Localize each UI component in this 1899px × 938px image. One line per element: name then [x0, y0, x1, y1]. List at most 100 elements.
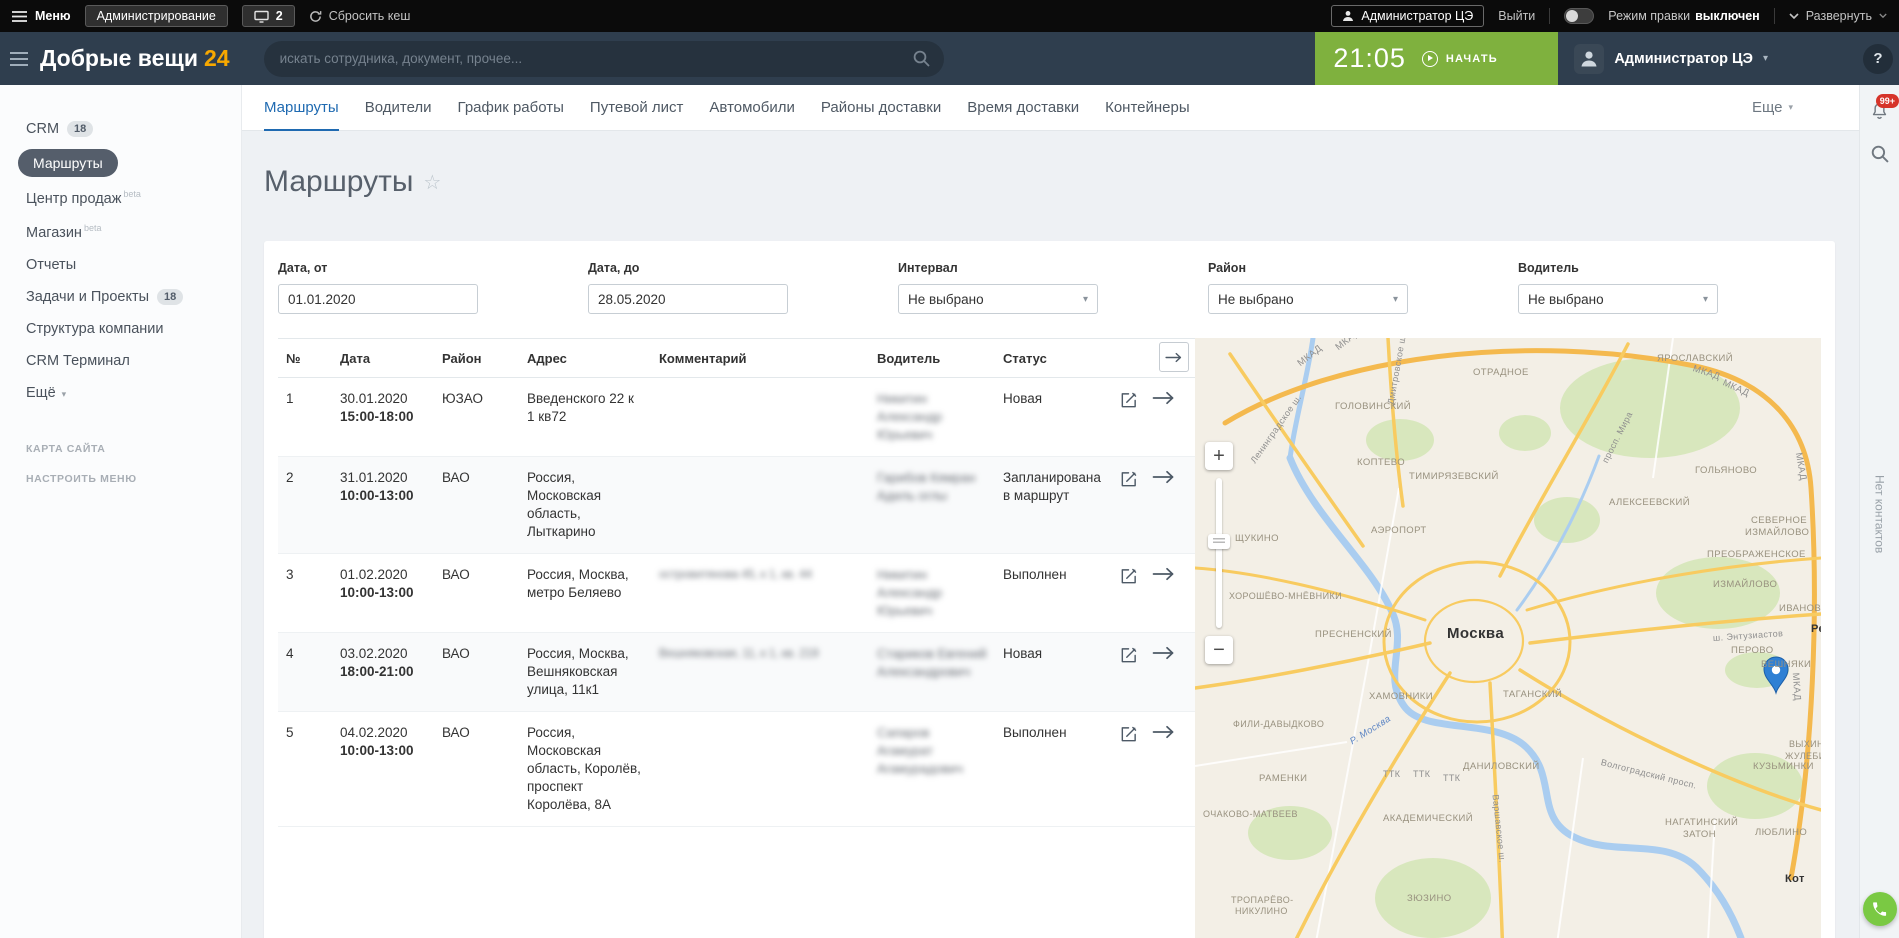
- admin-bar: Меню Администрирование 2 Сбросить кеш Ад…: [0, 0, 1899, 32]
- sidebar-item-8[interactable]: CRM Терминал: [0, 345, 241, 377]
- sidebar-item-9[interactable]: Ещё▾: [0, 377, 241, 409]
- sidebar-item-7[interactable]: Структура компании: [0, 313, 241, 345]
- edit-icon[interactable]: [1119, 470, 1138, 489]
- table-row[interactable]: 5 04.02.202010:00-13:00 ВАО Россия, Моск…: [278, 712, 1195, 827]
- row-district: ВАО: [434, 457, 519, 553]
- tab-6[interactable]: Районы доставки: [821, 85, 941, 130]
- open-route-icon[interactable]: [1152, 646, 1176, 660]
- toggle-knob: [1566, 10, 1578, 22]
- col-header-status: Статус: [995, 339, 1111, 377]
- no-contacts-label: Нет контактов: [1873, 475, 1887, 553]
- open-route-icon[interactable]: [1152, 567, 1176, 581]
- chevron-down-icon: [1879, 13, 1887, 19]
- header-user-menu[interactable]: Администратор ЦЭ ▾: [1574, 44, 1768, 74]
- logout-button[interactable]: Выйти: [1498, 9, 1535, 23]
- filter-label: Водитель: [1518, 261, 1718, 275]
- expand-label: Развернуть: [1806, 9, 1872, 23]
- filter-label: Интервал: [898, 261, 1098, 275]
- tab-7[interactable]: Время доставки: [967, 85, 1079, 130]
- row-comment: [651, 457, 869, 553]
- tab-2[interactable]: Водители: [365, 85, 432, 130]
- edit-icon[interactable]: [1119, 646, 1138, 665]
- table-row[interactable]: 4 03.02.202018:00-21:00 ВАО Россия, Моск…: [278, 633, 1195, 712]
- divider: [1774, 8, 1775, 24]
- favorite-star-icon[interactable]: ☆: [423, 170, 441, 195]
- tabs-more-button[interactable]: Еще ▾: [1752, 99, 1793, 116]
- row-status: Выполнен: [995, 712, 1111, 826]
- grip-icon: [1213, 538, 1225, 545]
- tab-8[interactable]: Контейнеры: [1105, 85, 1190, 130]
- district-select[interactable]: Не выбрано▾: [1208, 284, 1408, 314]
- date-from-input[interactable]: [278, 284, 478, 314]
- sidebar-item-4[interactable]: Магазинbeta: [0, 215, 241, 249]
- row-driver: Стариков Евгений Александрович: [869, 633, 995, 711]
- routes-card: Дата, от Дата, до Интервал Не выбрано▾ Р…: [264, 241, 1835, 938]
- phone-button[interactable]: [1863, 892, 1897, 926]
- zoom-slider-handle[interactable]: [1208, 534, 1230, 549]
- zoom-slider-track[interactable]: [1216, 478, 1222, 628]
- sidebar-toggle-button[interactable]: [10, 52, 28, 66]
- rail-search-icon[interactable]: [1871, 145, 1889, 163]
- collapse-table-button[interactable]: [1159, 342, 1189, 372]
- admin-user-button[interactable]: Администратор ЦЭ: [1331, 5, 1484, 27]
- timer-start-button[interactable]: НАЧАТЬ: [1422, 51, 1498, 67]
- table-row[interactable]: 1 30.01.202015:00-18:00 ЮЗАО Введенского…: [278, 378, 1195, 457]
- screens-button[interactable]: 2: [242, 5, 295, 27]
- sidebar-footer-link-1[interactable]: КАРТА САЙТА: [26, 443, 241, 455]
- notifications-bell-icon[interactable]: 99+: [1870, 101, 1889, 121]
- sidebar-footer-link-2[interactable]: НАСТРОИТЬ МЕНЮ: [26, 473, 241, 485]
- zoom-in-button[interactable]: +: [1205, 442, 1233, 470]
- edit-icon[interactable]: [1119, 391, 1138, 410]
- admin-menu-label: Меню: [35, 9, 71, 23]
- col-header-date: Дата: [332, 339, 434, 377]
- tab-5[interactable]: Автомобили: [709, 85, 794, 130]
- admin-menu-button[interactable]: Меню: [12, 9, 71, 23]
- interval-select[interactable]: Не выбрано▾: [898, 284, 1098, 314]
- map-panel: МКАДМКАДМКАДМКАДМКАДМКАДДмитровское ш.Ле…: [1195, 338, 1821, 938]
- expand-button[interactable]: Развернуть: [1789, 9, 1887, 23]
- row-driver: Никитин Александр Юрьевич: [869, 554, 995, 632]
- row-date: 31.01.202010:00-13:00: [332, 457, 434, 553]
- row-number: 1: [278, 378, 332, 456]
- date-to-input[interactable]: [588, 284, 788, 314]
- sidebar-item-3[interactable]: Центр продажbeta: [0, 181, 241, 215]
- row-actions: [1111, 378, 1195, 456]
- global-search: [264, 41, 944, 77]
- moscow-map[interactable]: [1195, 338, 1821, 938]
- sidebar-item-6[interactable]: Задачи и Проекты18: [0, 281, 241, 313]
- work-timer[interactable]: 21:05 НАЧАТЬ: [1315, 32, 1558, 85]
- administration-button[interactable]: Администрирование: [85, 5, 228, 27]
- row-status: Новая: [995, 633, 1111, 711]
- search-icon: [913, 50, 930, 72]
- row-number: 3: [278, 554, 332, 632]
- sidebar-item-1[interactable]: CRM18: [0, 113, 241, 145]
- row-address: Введенского 22 к 1 кв72: [519, 378, 651, 456]
- filter-date-from: Дата, от: [278, 261, 478, 314]
- row-comment: островитянова 45, к 1, кв. 44: [651, 554, 869, 632]
- tab-4[interactable]: Путевой лист: [590, 85, 684, 130]
- driver-select[interactable]: Не выбрано▾: [1518, 284, 1718, 314]
- sidebar-item-5[interactable]: Отчеты: [0, 249, 241, 281]
- edit-mode-toggle[interactable]: [1564, 8, 1594, 24]
- table-row[interactable]: 2 31.01.202010:00-13:00 ВАО Россия, Моск…: [278, 457, 1195, 554]
- tab-3[interactable]: График работы: [458, 85, 564, 130]
- notifications-badge: 99+: [1876, 94, 1899, 108]
- sidebar-item-2[interactable]: Маршруты: [0, 145, 241, 181]
- help-button[interactable]: ?: [1863, 44, 1893, 74]
- tab-1[interactable]: Маршруты: [264, 85, 339, 130]
- play-icon: [1422, 51, 1438, 67]
- edit-icon[interactable]: [1119, 725, 1138, 744]
- open-route-icon[interactable]: [1152, 391, 1176, 405]
- zoom-out-button[interactable]: −: [1205, 636, 1233, 664]
- reset-cache-button[interactable]: Сбросить кеш: [309, 9, 411, 23]
- table-row[interactable]: 3 01.02.202010:00-13:00 ВАО Россия, Моск…: [278, 554, 1195, 633]
- global-search-input[interactable]: [264, 41, 944, 77]
- row-number: 5: [278, 712, 332, 826]
- filters-row: Дата, от Дата, до Интервал Не выбрано▾ Р…: [278, 261, 1821, 314]
- filter-label: Дата, от: [278, 261, 478, 275]
- app-logo[interactable]: Добрые вещи24: [40, 45, 230, 72]
- open-route-icon[interactable]: [1152, 725, 1176, 739]
- row-comment: [651, 378, 869, 456]
- open-route-icon[interactable]: [1152, 470, 1176, 484]
- edit-icon[interactable]: [1119, 567, 1138, 586]
